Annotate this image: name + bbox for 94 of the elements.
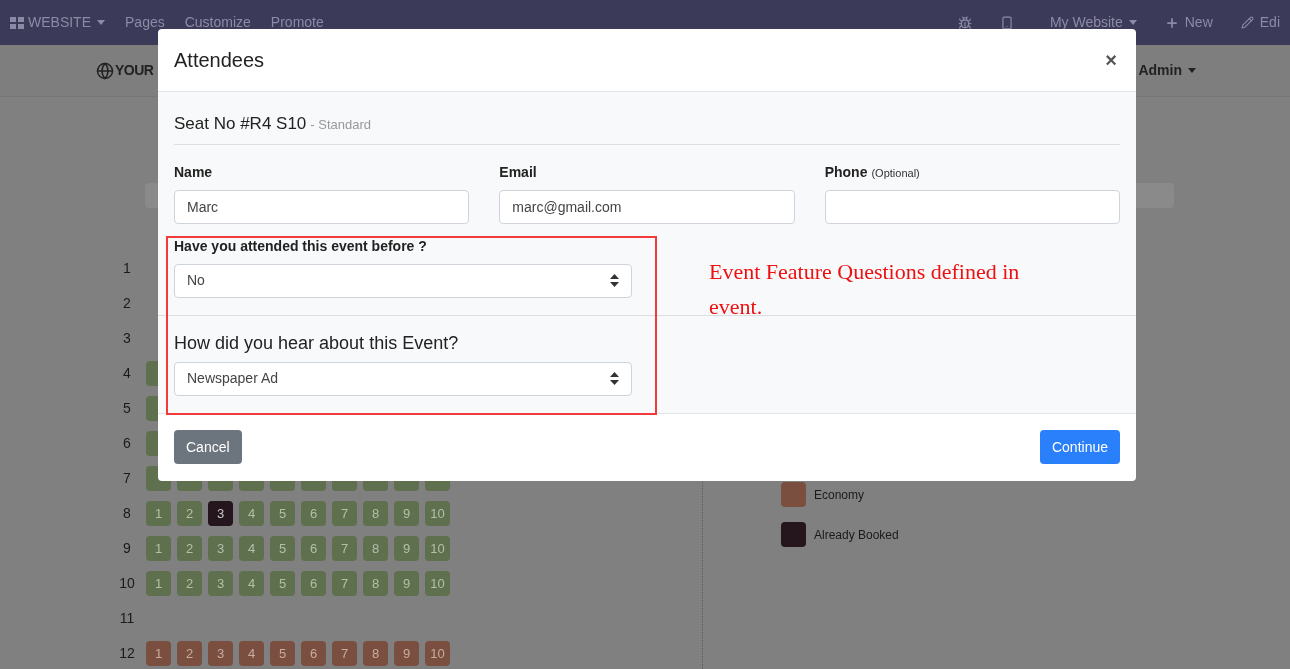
legend-label: Already Booked	[814, 526, 899, 544]
field-label: Phone	[824, 162, 868, 182]
seat[interactable]: 1	[146, 536, 171, 561]
seat[interactable]: 5	[270, 536, 295, 561]
globe-icon	[96, 61, 114, 80]
select-value: Newspaper Ad	[187, 369, 279, 388]
field-label: Email	[499, 162, 537, 182]
row-number: 3	[122, 329, 132, 348]
seat[interactable]: 8	[363, 501, 388, 526]
select-value: No	[187, 271, 205, 290]
logo-text: YOUR	[115, 61, 154, 80]
seat[interactable]: 6	[301, 501, 326, 526]
row-number: 4	[122, 364, 132, 383]
seat[interactable]: 4	[239, 501, 264, 526]
field-hint: (Optional)	[871, 165, 920, 181]
question-label: Have you attended this event before ?	[174, 236, 428, 255]
seat[interactable]: 3	[208, 501, 233, 526]
seat[interactable]: 9	[394, 501, 419, 526]
row-number: 7	[122, 469, 132, 488]
seat[interactable]: 5	[270, 571, 295, 596]
row-number: 1	[122, 259, 132, 278]
website-menu[interactable]: My Website	[1049, 12, 1137, 33]
field-label: Name	[174, 162, 213, 182]
seat[interactable]: 6	[301, 536, 326, 561]
seat[interactable]: 4	[239, 571, 264, 596]
seat[interactable]: 6	[301, 571, 326, 596]
seat[interactable]: 9	[394, 536, 419, 561]
seat[interactable]: 5	[270, 501, 295, 526]
row-number: 11	[118, 609, 136, 628]
new-button[interactable]: New	[1164, 12, 1213, 33]
select-field[interactable]: Newspaper Ad	[174, 361, 632, 396]
row-number: 2	[122, 294, 132, 313]
menu-link[interactable]: Pages	[125, 12, 165, 33]
select-field[interactable]: No	[174, 263, 632, 298]
legend-label: Economy	[814, 486, 865, 504]
seat[interactable]: 3	[208, 536, 233, 561]
seat[interactable]: 7	[332, 571, 357, 596]
seat[interactable]: 2	[177, 501, 202, 526]
seat[interactable]: 8	[363, 641, 388, 666]
dialog-title: Attendees	[174, 48, 265, 73]
seat[interactable]: 5	[270, 641, 295, 666]
seat[interactable]: 7	[332, 501, 357, 526]
edit-button[interactable]: Edi	[1240, 12, 1280, 33]
continue-button[interactable]: Continue	[1039, 430, 1120, 464]
seat[interactable]: 4	[239, 641, 264, 666]
up-down-icon	[610, 372, 619, 385]
seat[interactable]: 10	[425, 571, 450, 596]
seat[interactable]: 8	[363, 536, 388, 561]
annotation: Event Feature Questions defined in event.	[709, 258, 1021, 321]
seat[interactable]: 2	[177, 536, 202, 561]
seat[interactable]: 9	[394, 641, 419, 666]
mobile-icon[interactable]	[999, 15, 1014, 30]
seat[interactable]: 4	[239, 536, 264, 561]
close-button[interactable]: ×	[1105, 45, 1117, 75]
row-number: 5	[122, 399, 132, 418]
seat[interactable]: 3	[208, 641, 233, 666]
seat-title: Seat No #R4 S10	[174, 113, 307, 135]
row-number: 6	[122, 434, 132, 453]
plus-icon	[1164, 15, 1179, 30]
up-down-icon	[610, 274, 619, 287]
caret-icon	[1128, 20, 1137, 25]
seat[interactable]: 7	[332, 641, 357, 666]
seat[interactable]: 1	[146, 501, 171, 526]
seat[interactable]: 10	[425, 536, 450, 561]
text-field[interactable]	[824, 189, 1120, 224]
seat[interactable]: 10	[425, 501, 450, 526]
row-number: 10	[118, 574, 136, 593]
caret-icon	[1188, 68, 1196, 73]
row-number: 8	[122, 504, 132, 523]
seat[interactable]: 9	[394, 571, 419, 596]
seat[interactable]: 1	[146, 571, 171, 596]
seat[interactable]: 1	[146, 641, 171, 666]
menu-link[interactable]: Customize	[184, 12, 251, 33]
seat[interactable]: 7	[332, 536, 357, 561]
row-number: 9	[122, 539, 132, 558]
user-menu[interactable]: Admin	[1138, 60, 1196, 81]
seat[interactable]: 3	[208, 571, 233, 596]
app-menu[interactable]: WEBSITE	[10, 12, 105, 33]
pencil-icon	[1240, 16, 1254, 29]
seat[interactable]: 6	[301, 641, 326, 666]
cancel-button[interactable]: Cancel	[174, 430, 242, 464]
seat[interactable]: 2	[177, 641, 202, 666]
question-label: How did you hear about this Event?	[174, 331, 460, 355]
seat-type: - Standard	[310, 116, 371, 134]
row-number: 12	[118, 644, 136, 663]
seat[interactable]: 8	[363, 571, 388, 596]
menu-link[interactable]: Promote	[270, 12, 324, 33]
text-field[interactable]: marc@gmail.com	[499, 189, 795, 224]
caret-icon	[97, 20, 105, 25]
seat[interactable]: 10	[425, 641, 450, 666]
bug-icon[interactable]	[957, 15, 972, 30]
text-field[interactable]: Marc	[174, 189, 470, 224]
grid-icon	[10, 16, 24, 29]
seat[interactable]: 2	[177, 571, 202, 596]
